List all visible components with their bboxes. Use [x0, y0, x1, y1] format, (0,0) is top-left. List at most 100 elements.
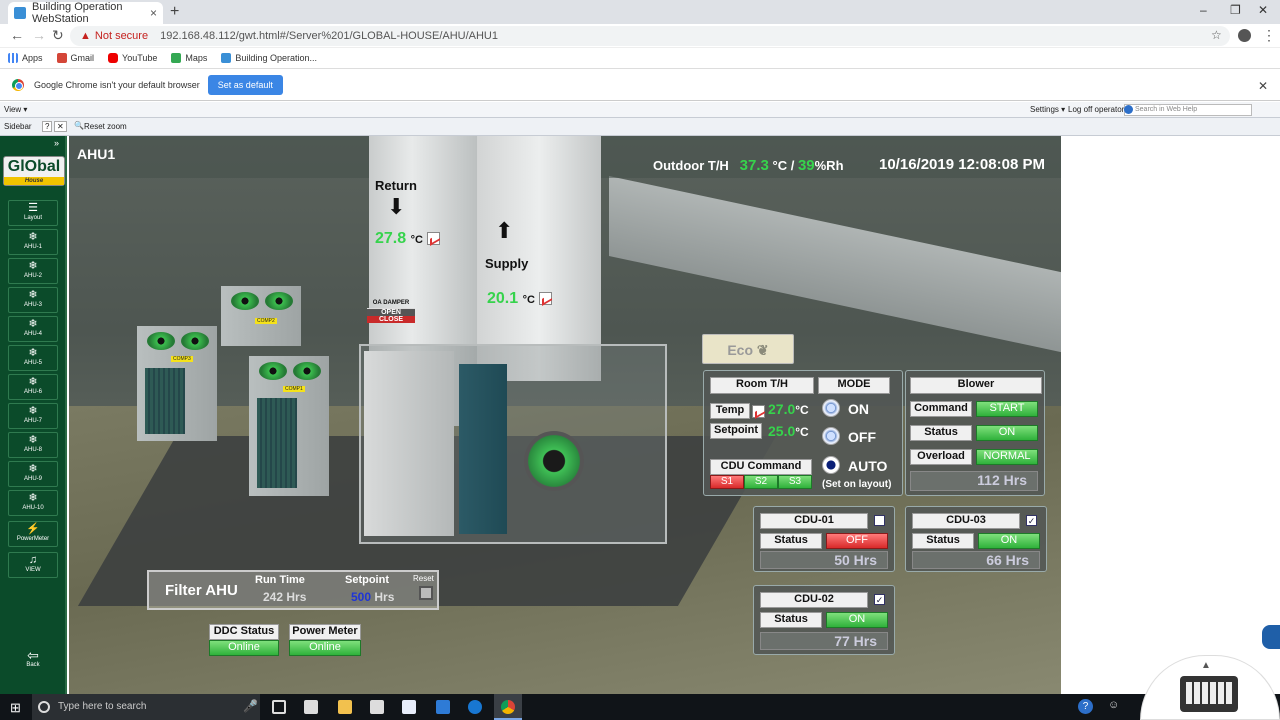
- bookmark-star-icon[interactable]: ☆: [1211, 28, 1222, 42]
- lightning-icon: ⚡: [26, 523, 40, 535]
- logoff-link[interactable]: Log off operator: [1068, 105, 1124, 114]
- view-menu[interactable]: View ▾: [4, 105, 27, 114]
- security-label[interactable]: Not secure: [95, 30, 148, 42]
- oa-damper-indicator: OA DAMPER OPEN CLOSE: [367, 300, 415, 340]
- people-icon[interactable]: ☺: [1108, 699, 1119, 711]
- nav-ahu-3[interactable]: ❄ AHU-3: [8, 287, 58, 313]
- return-temp: 27.8 °C: [375, 230, 441, 248]
- nav-ahu-5[interactable]: ❄ AHU-5: [8, 345, 58, 371]
- trend-chart-icon[interactable]: [427, 232, 441, 246]
- mode-auto-radio[interactable]: [822, 456, 840, 474]
- filter-setpoint[interactable]: 500 Hrs: [351, 590, 394, 604]
- chrome-taskbar-button[interactable]: [494, 694, 522, 720]
- help-search-input[interactable]: Search in Web Help: [1124, 104, 1252, 116]
- edge-icon[interactable]: [468, 700, 482, 714]
- bookmark-label: Apps: [22, 53, 43, 63]
- cdu-name: CDU-01: [760, 513, 868, 529]
- new-tab-button[interactable]: +: [170, 3, 179, 21]
- mode-on-radio[interactable]: [822, 399, 840, 417]
- stage-s3[interactable]: S3: [778, 475, 812, 489]
- nav-label: PowerMeter: [16, 536, 50, 542]
- bookmark-apps[interactable]: Apps: [8, 53, 43, 63]
- warning-icon: ▲: [80, 30, 91, 42]
- nav-ahu-4[interactable]: ❄ AHU-4: [8, 316, 58, 342]
- url-field[interactable]: ▲ Not secure 192.168.48.112/gwt.html#/Se…: [70, 26, 1230, 46]
- nav-ahu-7[interactable]: ❄ AHU-7: [8, 403, 58, 429]
- profile-avatar[interactable]: [1238, 29, 1251, 42]
- nav-ahu-2[interactable]: ❄ AHU-2: [8, 258, 58, 284]
- overhead-pipe: [609, 176, 1061, 354]
- close-window-button[interactable]: ✕: [1258, 3, 1268, 17]
- reload-button[interactable]: ↻: [52, 27, 64, 44]
- url-text[interactable]: 192.168.48.112/gwt.html#/Server%201/GLOB…: [160, 30, 498, 42]
- bookmark-maps[interactable]: Maps: [171, 53, 207, 63]
- taskbar-search-input[interactable]: Type here to search: [32, 694, 260, 720]
- bookmark-youtube[interactable]: YouTube: [108, 53, 157, 63]
- nav-label: AHU-5: [23, 360, 42, 366]
- tab-close-icon[interactable]: ×: [150, 6, 157, 20]
- snowflake-icon: ❄: [28, 405, 38, 417]
- windows-start-icon[interactable]: ⊞: [10, 700, 21, 716]
- settings-menu[interactable]: Settings ▾: [1030, 105, 1065, 114]
- nav-back[interactable]: ⇦ Back: [8, 648, 58, 674]
- nav-powermeter[interactable]: ⚡ PowerMeter: [8, 521, 58, 547]
- file-explorer-icon[interactable]: [338, 700, 352, 714]
- minimize-button[interactable]: –: [1200, 3, 1207, 17]
- browser-tab[interactable]: Building Operation WebStation ×: [8, 1, 163, 25]
- blower-panel: Blower Command START Status ON Overload …: [905, 370, 1045, 496]
- bookmark-label: Gmail: [70, 53, 95, 63]
- room-setpoint[interactable]: 25.0°C: [768, 423, 809, 439]
- sidebar-label: Sidebar: [4, 122, 32, 131]
- set-default-button[interactable]: Set as default: [207, 74, 283, 95]
- trend-chart-icon[interactable]: [752, 405, 765, 419]
- task-view-icon[interactable]: [272, 700, 286, 714]
- nav-ahu-1[interactable]: ❄ AHU-1: [8, 229, 58, 255]
- building-operation-icon: [221, 53, 232, 63]
- bookmarks-bar: Apps Gmail YouTube Maps Building Operati…: [0, 48, 1280, 68]
- sidebar-help-button[interactable]: ?: [42, 121, 53, 132]
- filter-reset-button[interactable]: [419, 586, 433, 600]
- trend-chart-icon[interactable]: [539, 292, 553, 306]
- nav-layout[interactable]: ☰ Layout: [8, 200, 58, 226]
- forward-button[interactable]: →: [32, 27, 46, 43]
- menu-kebab-icon[interactable]: ⋮: [1262, 27, 1276, 44]
- power-meter-panel: Power Meter Online: [289, 624, 361, 658]
- arrow-down-icon: ⬇: [387, 194, 406, 219]
- stage-s2[interactable]: S2: [744, 475, 778, 489]
- side-tab-icon[interactable]: [1262, 625, 1280, 649]
- cdu-03-checkbox[interactable]: ✓: [1026, 515, 1037, 526]
- bookmark-gmail[interactable]: Gmail: [56, 53, 95, 63]
- ahu-filter-section: [364, 351, 454, 536]
- help-icon: [1124, 105, 1133, 114]
- collapse-sidebar-button[interactable]: »: [54, 138, 59, 148]
- cdu-01-checkbox[interactable]: [874, 515, 885, 526]
- keyboard-icon[interactable]: [1180, 676, 1238, 712]
- dropbox-icon[interactable]: [402, 700, 416, 714]
- restore-button[interactable]: ❐: [1230, 3, 1241, 17]
- mode-off-radio[interactable]: [822, 427, 840, 445]
- infobar-close-icon[interactable]: ✕: [1258, 79, 1268, 93]
- chevron-up-icon[interactable]: ▲: [1201, 660, 1211, 671]
- nav-ahu-10[interactable]: ❄ AHU-10: [8, 490, 58, 516]
- cdu-status-label: Status: [912, 533, 974, 549]
- app-icon[interactable]: [436, 700, 450, 714]
- reset-zoom-button[interactable]: Reset zoom: [84, 122, 127, 131]
- mail-icon[interactable]: [304, 700, 318, 714]
- nav-view[interactable]: ♫ VIEW: [8, 552, 58, 578]
- cdu-02-checkbox[interactable]: ✓: [874, 594, 885, 605]
- eco-button[interactable]: Eco ❦: [702, 334, 794, 364]
- back-button[interactable]: ←: [10, 27, 24, 43]
- microphone-icon[interactable]: 🎤: [243, 699, 258, 713]
- nav-ahu-6[interactable]: ❄ AHU-6: [8, 374, 58, 400]
- mode-off-label: OFF: [848, 429, 876, 445]
- stage-s1[interactable]: S1: [710, 475, 744, 489]
- nav-ahu-8[interactable]: ❄ AHU-8: [8, 432, 58, 458]
- chrome-icon: [501, 700, 515, 714]
- cdu-status-label: Status: [760, 612, 822, 628]
- nav-ahu-9[interactable]: ❄ AHU-9: [8, 461, 58, 487]
- blower-command-button[interactable]: START: [976, 401, 1038, 417]
- sidebar-close-button[interactable]: ✕: [54, 121, 67, 132]
- store-icon[interactable]: [370, 700, 384, 714]
- bookmark-building-operation[interactable]: Building Operation...: [221, 53, 317, 63]
- help-tray-icon[interactable]: ?: [1078, 699, 1093, 714]
